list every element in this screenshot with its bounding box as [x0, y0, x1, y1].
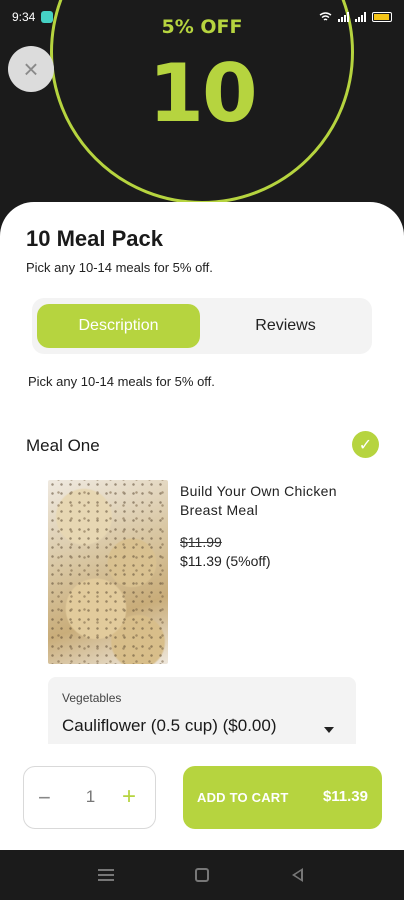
close-button[interactable]: ×	[8, 46, 54, 92]
tab-bar: Description Reviews	[32, 298, 372, 354]
tab-reviews[interactable]: Reviews	[204, 304, 367, 348]
back-icon[interactable]	[292, 868, 303, 882]
signal-icon-2	[355, 12, 366, 22]
description-text: Pick any 10-14 meals for 5% off.	[28, 374, 215, 389]
signal-icon	[338, 12, 349, 22]
discounted-price: $11.39 (5%off)	[180, 553, 271, 569]
system-nav-bar	[0, 850, 404, 900]
bottom-bar: − 1 + ADD TO CART $11.39	[0, 744, 404, 850]
status-icons	[319, 12, 392, 22]
meal-slot-label: Meal One	[26, 436, 100, 455]
menu-icon[interactable]	[98, 869, 114, 881]
product-title: 10 Meal Pack	[26, 226, 163, 251]
home-icon[interactable]	[195, 868, 209, 882]
pack-size-number: 10	[148, 47, 257, 140]
add-to-cart-label: ADD TO CART	[197, 790, 289, 805]
plus-icon[interactable]: +	[122, 783, 136, 811]
check-icon: ✓	[352, 431, 379, 458]
product-sheet: 10 Meal Pack Pick any 10-14 meals for 5%…	[0, 202, 404, 762]
vegetables-value: Cauliflower (0.5 cup) ($0.00)	[62, 716, 277, 735]
meal-image[interactable]	[48, 480, 168, 664]
wifi-icon	[319, 12, 332, 21]
vegetables-label: Vegetables	[62, 691, 122, 705]
chevron-down-icon	[324, 727, 334, 733]
quantity-stepper: − 1 +	[23, 766, 156, 829]
app-notification-icon	[41, 11, 54, 23]
tab-description[interactable]: Description	[37, 304, 200, 348]
quantity-value: 1	[85, 787, 96, 806]
meal-name: Build Your Own Chicken Breast Meal	[180, 483, 337, 518]
add-to-cart-button[interactable]: ADD TO CART $11.39	[183, 766, 382, 829]
status-time: 9:34	[12, 10, 36, 24]
close-icon: ×	[23, 53, 39, 84]
original-price: $11.99	[180, 534, 222, 550]
status-bar: 9:34	[0, 0, 404, 34]
cart-price: $11.39	[322, 788, 368, 805]
battery-icon	[372, 12, 392, 22]
product-subtitle: Pick any 10-14 meals for 5% off.	[26, 260, 213, 275]
